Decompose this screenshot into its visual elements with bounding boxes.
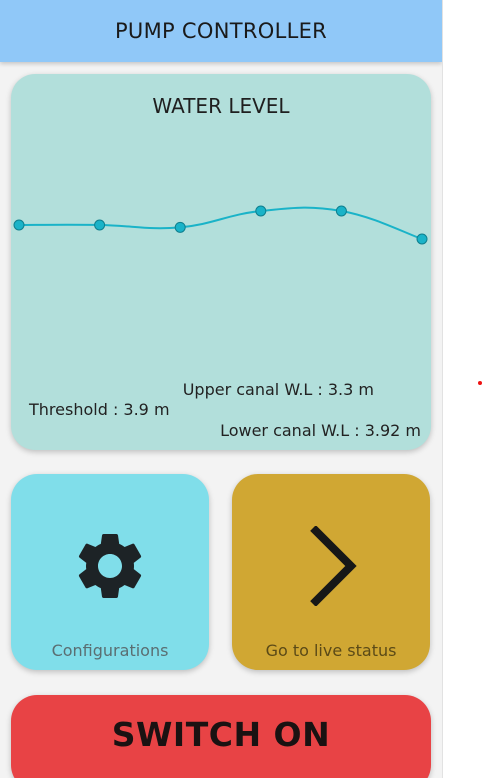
water-level-title: WATER LEVEL	[152, 94, 290, 118]
switch-on-button[interactable]: SWITCH ON	[11, 695, 431, 778]
app-header: PUMP CONTROLLER	[0, 0, 442, 62]
chart-point-4	[335, 205, 347, 217]
chart-point-3	[255, 205, 267, 217]
threshold-label: Threshold : 3.9 m	[29, 400, 170, 419]
water-level-line	[18, 206, 423, 240]
configurations-button[interactable]: Configurations	[11, 474, 209, 670]
window-edge	[442, 0, 443, 778]
upper-canal-label: Upper canal W.L : 3.3 m	[182, 380, 374, 399]
water-level-chart	[13, 205, 428, 245]
live-status-button[interactable]: Go to live status	[232, 474, 430, 670]
switch-on-label: SWITCH ON	[111, 715, 331, 754]
live-status-label: Go to live status	[265, 641, 397, 660]
chevron-right-icon	[310, 526, 357, 606]
configurations-label: Configurations	[51, 641, 169, 660]
chart-point-5	[416, 233, 428, 245]
chart-point-0	[13, 219, 25, 231]
app-screen: PUMP CONTROLLER WATER LEVEL Threshold : …	[0, 0, 442, 778]
lower-canal-label: Lower canal W.L : 3.92 m	[220, 421, 421, 440]
app-title: PUMP CONTROLLER	[114, 19, 328, 43]
chart-point-1	[94, 219, 106, 231]
gear-icon	[78, 534, 142, 598]
chart-point-2	[174, 221, 186, 233]
indicator-dot	[478, 381, 482, 385]
